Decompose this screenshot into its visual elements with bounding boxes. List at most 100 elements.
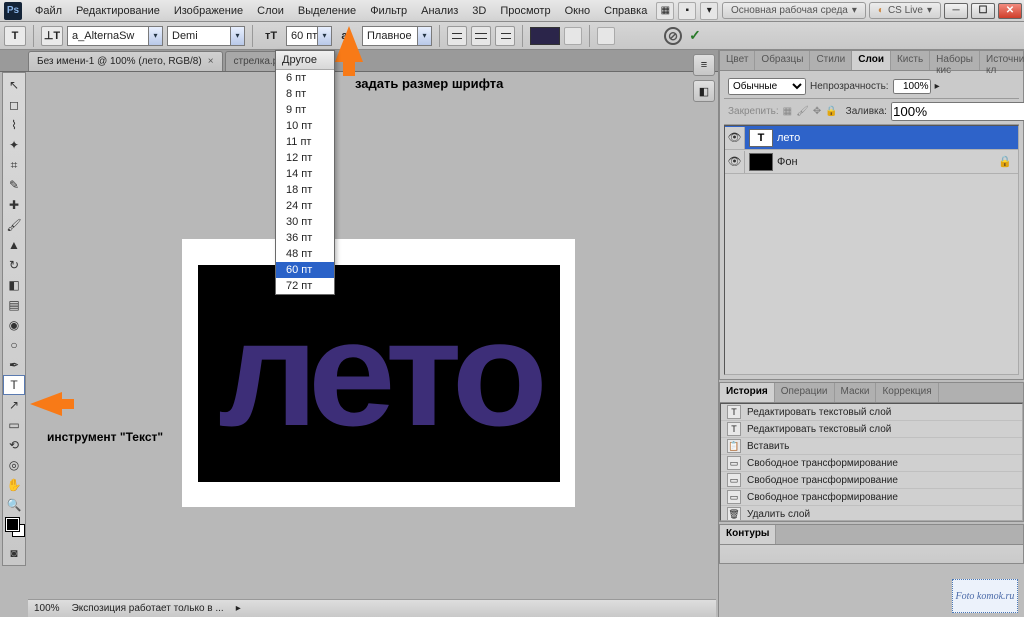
tab-brushsets[interactable]: Наборы кис bbox=[930, 51, 980, 70]
visibility-toggle-icon[interactable]: 👁 bbox=[725, 151, 745, 173]
opacity-flyout-icon[interactable]: ▸ bbox=[935, 81, 940, 92]
shape-tool[interactable]: ▭ bbox=[3, 415, 25, 435]
font-size-option[interactable]: 30 пт bbox=[276, 214, 334, 230]
layer-name[interactable]: Фон bbox=[777, 156, 798, 168]
cancel-edit-button[interactable]: ⊘ bbox=[664, 27, 682, 45]
workspace-switcher[interactable]: Основная рабочая среда ▾ bbox=[722, 2, 866, 19]
lock-transparency-icon[interactable]: ▦ bbox=[783, 106, 792, 117]
marquee-tool[interactable]: ◻ bbox=[3, 95, 25, 115]
blend-mode-select[interactable]: Обычные bbox=[728, 78, 806, 95]
font-size-option[interactable]: 6 пт bbox=[276, 70, 334, 86]
lock-pixels-icon[interactable]: 🖌 bbox=[796, 106, 809, 117]
menu-file[interactable]: Файл bbox=[28, 2, 69, 20]
dodge-tool[interactable]: ○ bbox=[3, 335, 25, 355]
tab-swatches[interactable]: Образцы bbox=[755, 51, 810, 70]
menu-filter[interactable]: Фильтр bbox=[363, 2, 414, 20]
align-center-button[interactable] bbox=[471, 26, 491, 46]
font-size-option[interactable]: 48 пт bbox=[276, 246, 334, 262]
color-swatches[interactable] bbox=[3, 515, 25, 543]
tab-paths[interactable]: Контуры bbox=[720, 525, 776, 544]
history-item[interactable]: ▭Свободное трансформирование bbox=[721, 455, 1022, 472]
align-left-button[interactable] bbox=[447, 26, 467, 46]
eyedropper-tool[interactable]: ✎ bbox=[3, 175, 25, 195]
menu-image[interactable]: Изображение bbox=[167, 2, 250, 20]
fill-input[interactable] bbox=[891, 102, 1024, 121]
font-size-option[interactable]: 10 пт bbox=[276, 118, 334, 134]
type-tool[interactable]: T bbox=[3, 375, 25, 395]
3d-camera-tool[interactable]: ◎ bbox=[3, 455, 25, 475]
font-size-option[interactable]: 8 пт bbox=[276, 86, 334, 102]
document-tab-active[interactable]: Без имени-1 @ 100% (лето, RGB/8)× bbox=[28, 51, 223, 71]
zoom-tool[interactable]: 🔍 bbox=[3, 495, 25, 515]
gradient-tool[interactable]: ▤ bbox=[3, 295, 25, 315]
font-size-option[interactable]: 36 пт bbox=[276, 230, 334, 246]
lock-all-icon[interactable]: 🔒 bbox=[825, 106, 837, 117]
path-select-tool[interactable]: ↗ bbox=[3, 395, 25, 415]
collapsed-panel-icon[interactable]: ≡ bbox=[693, 54, 715, 76]
menu-analysis[interactable]: Анализ bbox=[414, 2, 465, 20]
font-family-combo[interactable]: a_AlternaSw▾ bbox=[67, 26, 163, 46]
antialias-combo[interactable]: Плавное▾ bbox=[362, 26, 432, 46]
close-tab-icon[interactable]: × bbox=[208, 56, 214, 67]
history-item[interactable]: 📋Вставить bbox=[721, 438, 1022, 455]
text-color-swatch[interactable] bbox=[530, 27, 560, 45]
hand-tool[interactable]: ✋ bbox=[3, 475, 25, 495]
stamp-tool[interactable]: ▲ bbox=[3, 235, 25, 255]
font-size-combo[interactable]: 60 пт▾ bbox=[286, 26, 332, 46]
font-style-combo[interactable]: Demi▾ bbox=[167, 26, 245, 46]
eraser-tool[interactable]: ◧ bbox=[3, 275, 25, 295]
tool-preset-icon[interactable]: T bbox=[4, 26, 26, 46]
quick-select-tool[interactable]: ✦ bbox=[3, 135, 25, 155]
tab-adjustments[interactable]: Коррекция bbox=[876, 383, 938, 402]
layer-name[interactable]: лето bbox=[777, 132, 800, 144]
tab-brush[interactable]: Кисть bbox=[891, 51, 930, 70]
menu-help[interactable]: Справка bbox=[597, 2, 654, 20]
3d-tool[interactable]: ⟲ bbox=[3, 435, 25, 455]
menu-window[interactable]: Окно bbox=[558, 2, 598, 20]
tab-history[interactable]: История bbox=[720, 383, 775, 402]
font-size-dropdown[interactable]: Другое 6 пт8 пт9 пт10 пт11 пт12 пт14 пт1… bbox=[275, 50, 335, 295]
doc-info[interactable]: Экспозиция работает только в ... bbox=[72, 603, 224, 614]
launch-bridge-icon[interactable]: ▦ bbox=[656, 2, 674, 20]
quick-mask-toggle[interactable]: ◙ bbox=[3, 543, 25, 563]
lasso-tool[interactable]: ⌇ bbox=[3, 115, 25, 135]
view-extras-icon[interactable]: ▾ bbox=[700, 2, 718, 20]
visibility-toggle-icon[interactable]: 👁 bbox=[725, 127, 745, 149]
window-maximize-button[interactable]: ☐ bbox=[971, 3, 995, 19]
tab-styles[interactable]: Стили bbox=[810, 51, 852, 70]
crop-tool[interactable]: ⌗ bbox=[3, 155, 25, 175]
character-panel-toggle[interactable] bbox=[597, 27, 615, 45]
menu-edit[interactable]: Редактирование bbox=[69, 2, 167, 20]
history-brush-tool[interactable]: ↻ bbox=[3, 255, 25, 275]
menu-layers[interactable]: Слои bbox=[250, 2, 291, 20]
brush-tool[interactable]: 🖌 bbox=[3, 215, 25, 235]
warp-text-button[interactable] bbox=[564, 27, 582, 45]
layer-item[interactable]: 👁 Фон 🔒 bbox=[725, 150, 1018, 174]
zoom-level[interactable]: 100% bbox=[34, 603, 60, 614]
tab-clonesrc[interactable]: Источник кл bbox=[980, 51, 1024, 70]
font-size-option[interactable]: 9 пт bbox=[276, 102, 334, 118]
history-item[interactable]: TРедактировать текстовый слой bbox=[721, 404, 1022, 421]
tab-color[interactable]: Цвет bbox=[720, 51, 755, 70]
blur-tool[interactable]: ◉ bbox=[3, 315, 25, 335]
font-size-option[interactable]: 18 пт bbox=[276, 182, 334, 198]
window-close-button[interactable]: ✕ bbox=[998, 3, 1022, 19]
history-item[interactable]: TРедактировать текстовый слой bbox=[721, 421, 1022, 438]
launch-minibridge-icon[interactable]: ▪ bbox=[678, 2, 696, 20]
history-item[interactable]: 🗑Удалить слой bbox=[721, 506, 1022, 521]
font-size-dropdown-header[interactable]: Другое bbox=[276, 51, 334, 70]
font-size-option[interactable]: 24 пт bbox=[276, 198, 334, 214]
healing-tool[interactable]: ✚ bbox=[3, 195, 25, 215]
font-size-option[interactable]: 12 пт bbox=[276, 150, 334, 166]
text-orientation-toggle[interactable]: ⊥T bbox=[41, 26, 63, 46]
canvas[interactable]: лето bbox=[182, 239, 575, 507]
tab-layers[interactable]: Слои bbox=[852, 51, 891, 70]
collapsed-panel-icon[interactable]: ◧ bbox=[693, 80, 715, 102]
commit-edit-button[interactable]: ✓ bbox=[686, 27, 704, 45]
window-minimize-button[interactable]: ─ bbox=[944, 3, 968, 19]
cs-live-button[interactable]: ◐ CS Live ▾ bbox=[869, 2, 941, 19]
pen-tool[interactable]: ✒ bbox=[3, 355, 25, 375]
history-item[interactable]: ▭Свободное трансформирование bbox=[721, 489, 1022, 506]
menu-3d[interactable]: 3D bbox=[465, 2, 493, 20]
text-layer-content[interactable]: лето bbox=[218, 287, 539, 460]
